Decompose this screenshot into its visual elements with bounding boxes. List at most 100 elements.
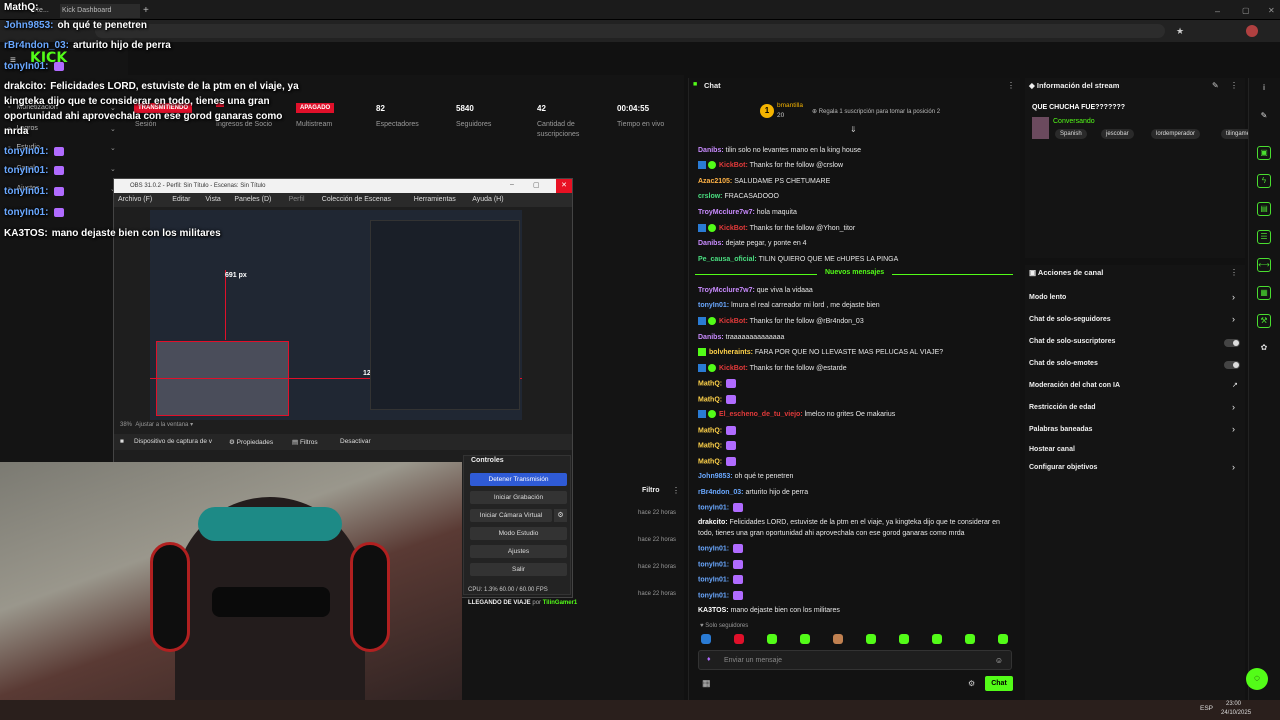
filters-button[interactable]: ▤ Filtros <box>292 438 318 446</box>
speech-icon[interactable]: ☰ <box>1257 230 1271 244</box>
chat-username[interactable]: El_escheno_de_tu_viejo: <box>719 411 803 418</box>
footer-user[interactable]: TilinGamer1 <box>543 600 578 606</box>
bookmark-star-icon[interactable]: ★ <box>1176 26 1184 37</box>
quick-emote-icon[interactable] <box>866 634 876 644</box>
obs-minimize-icon[interactable]: – <box>510 181 514 188</box>
scroll-down-icon[interactable]: ⇓ <box>850 125 857 134</box>
quick-emote-icon[interactable] <box>800 634 810 644</box>
chat-username[interactable]: crslow: <box>698 193 723 200</box>
chat-username[interactable]: KA3TOS: <box>698 607 729 614</box>
taskbar-lang[interactable]: ESP <box>1200 705 1213 712</box>
camera-box-icon[interactable]: ▣ <box>1257 146 1271 160</box>
chevron-right-icon[interactable]: › <box>1232 292 1235 302</box>
quick-emote-icon[interactable] <box>932 634 942 644</box>
chat-username[interactable]: John9853: <box>698 473 733 480</box>
close-icon[interactable]: ✕ <box>1268 4 1275 18</box>
obs-preview[interactable]: 691 px 1229 px <box>150 210 522 420</box>
virtual-camera-settings-icon[interactable]: ⚙ <box>554 509 567 522</box>
chat-username[interactable]: KickBot: <box>719 162 748 169</box>
wrench-icon[interactable]: ⚒ <box>1257 314 1271 328</box>
quick-emote-icon[interactable] <box>833 634 843 644</box>
new-tab-icon[interactable]: + <box>143 4 149 18</box>
quick-emote-icon[interactable] <box>998 634 1008 644</box>
stream-tag[interactable]: lordemperador <box>1151 129 1201 139</box>
chat-username[interactable]: tonyIn01: <box>698 576 729 583</box>
obs-button-4[interactable]: Ajustes <box>470 545 567 558</box>
chevron-right-icon[interactable]: › <box>1232 402 1235 412</box>
chevron-down-icon[interactable]: ⌄ <box>110 125 116 133</box>
toggle-switch[interactable] <box>1224 339 1240 347</box>
toggle-switch[interactable] <box>1224 361 1240 369</box>
chat-username[interactable]: tonyIn01: <box>698 504 729 511</box>
obs-button-1[interactable]: Iniciar Grabación <box>470 491 567 504</box>
chat-username[interactable]: tonyIn01: <box>698 545 729 552</box>
browser-tab-active[interactable]: Kick Dashboard <box>60 4 140 18</box>
pencil-icon[interactable]: ✎ <box>1257 110 1271 124</box>
chat-username[interactable]: TroyMcclure7w7: <box>698 287 755 294</box>
chat-send-button[interactable]: Chat <box>985 676 1013 691</box>
quick-emote-icon[interactable] <box>899 634 909 644</box>
deactivate-button[interactable]: Desactivar <box>340 438 371 445</box>
properties-button[interactable]: ⚙ Propiedades <box>229 438 273 446</box>
chat-username[interactable]: rBr4ndon_03: <box>698 489 744 496</box>
fit-window-label[interactable]: Ajustar a la ventana <box>135 422 188 428</box>
channel-action-7[interactable]: Hostear canal <box>1029 446 1075 453</box>
chat-username[interactable]: MathQ: <box>698 442 722 449</box>
obs-menu-item-7[interactable]: Ayuda (H) <box>472 193 503 207</box>
quick-emote-icon[interactable] <box>701 634 711 644</box>
bolt-icon[interactable]: ϟ <box>1257 174 1271 188</box>
chat-username[interactable]: tonyIn01: <box>698 302 729 309</box>
channel-action-4[interactable]: Moderación del chat con IA <box>1029 382 1120 389</box>
chat-username[interactable]: bolvheraints: <box>709 349 753 356</box>
channel-action-3[interactable]: Chat de solo-emotes <box>1029 360 1098 367</box>
quick-emote-icon[interactable] <box>965 634 975 644</box>
chat-username[interactable]: KickBot: <box>719 365 748 372</box>
channel-action-1[interactable]: Chat de solo-seguidores <box>1029 316 1111 323</box>
maximize-icon[interactable]: ▢ <box>1242 4 1250 18</box>
chevron-right-icon[interactable]: › <box>1232 462 1235 472</box>
obs-button-3[interactable]: Modo Estudio <box>470 527 567 540</box>
stream-info-more-icon[interactable]: ⋮ <box>1230 81 1238 90</box>
chat-username[interactable]: drakcito: <box>698 519 728 526</box>
palette-icon[interactable]: ✿ <box>1257 342 1271 356</box>
smiley-icon[interactable]: ☺ <box>995 656 1003 665</box>
filter-label[interactable]: Filtro <box>642 487 660 494</box>
chat-username[interactable]: KickBot: <box>719 225 748 232</box>
url-field[interactable] <box>95 24 1165 38</box>
obs-button-2[interactable]: Iniciar Cámara Virtual <box>470 509 552 522</box>
obs-menu-item-3[interactable]: Paneles (D) <box>234 193 271 207</box>
edit-icon[interactable]: ✎ <box>1212 81 1219 90</box>
external-link-icon[interactable]: ↗ <box>1232 381 1238 389</box>
chevron-right-icon[interactable]: › <box>1232 424 1235 434</box>
chat-username[interactable]: tonyIn01: <box>698 592 729 599</box>
channel-action-0[interactable]: Modo lento <box>1029 294 1066 301</box>
channel-actions-more-icon[interactable]: ⋮ <box>1230 268 1238 277</box>
chat-input[interactable]: ♦ Enviar un mensaje ☺ <box>698 650 1012 670</box>
gift-icon[interactable]: ▦ <box>702 678 711 689</box>
obs-close-icon[interactable]: ✕ <box>556 179 572 193</box>
quick-emote-icon[interactable] <box>767 634 777 644</box>
stream-tag[interactable]: Spanish <box>1055 129 1087 139</box>
emote-picker-icon[interactable]: ♦ <box>707 656 711 663</box>
chat-username[interactable]: Pe_causa_oficial: <box>698 256 757 263</box>
obs-menu-item-6[interactable]: Herramientas <box>414 193 456 207</box>
chevron-down-icon[interactable]: ⌄ <box>110 144 116 152</box>
chat-username[interactable]: MathQ: <box>698 380 722 387</box>
chat-username[interactable]: tonyIn01: <box>698 561 729 568</box>
obs-menu-item-1[interactable]: Editar <box>172 193 190 207</box>
info-icon[interactable]: i <box>1257 82 1271 96</box>
chat-username[interactable]: Azac2105: <box>698 178 732 185</box>
support-chat-icon[interactable]: ◌ <box>1246 668 1268 690</box>
chat-settings-icon[interactable]: ⚙ <box>968 679 975 688</box>
chat-username[interactable]: Danibs: <box>698 240 724 247</box>
chat-username[interactable]: KickBot: <box>719 318 748 325</box>
channel-action-8[interactable]: Configurar objetivos <box>1029 464 1097 471</box>
obs-button-5[interactable]: Salir <box>470 563 567 576</box>
more-options-icon[interactable]: ⋮ <box>672 486 680 495</box>
chat-more-icon[interactable]: ⋮ <box>1007 81 1015 90</box>
quick-emote-icon[interactable] <box>734 634 744 644</box>
channel-action-5[interactable]: Restricción de edad <box>1029 404 1096 411</box>
box-icon[interactable]: ▤ <box>1257 202 1271 216</box>
obs-menu-item-5[interactable]: Colección de Escenas <box>322 193 391 207</box>
stream-category[interactable]: Conversando <box>1053 118 1095 125</box>
